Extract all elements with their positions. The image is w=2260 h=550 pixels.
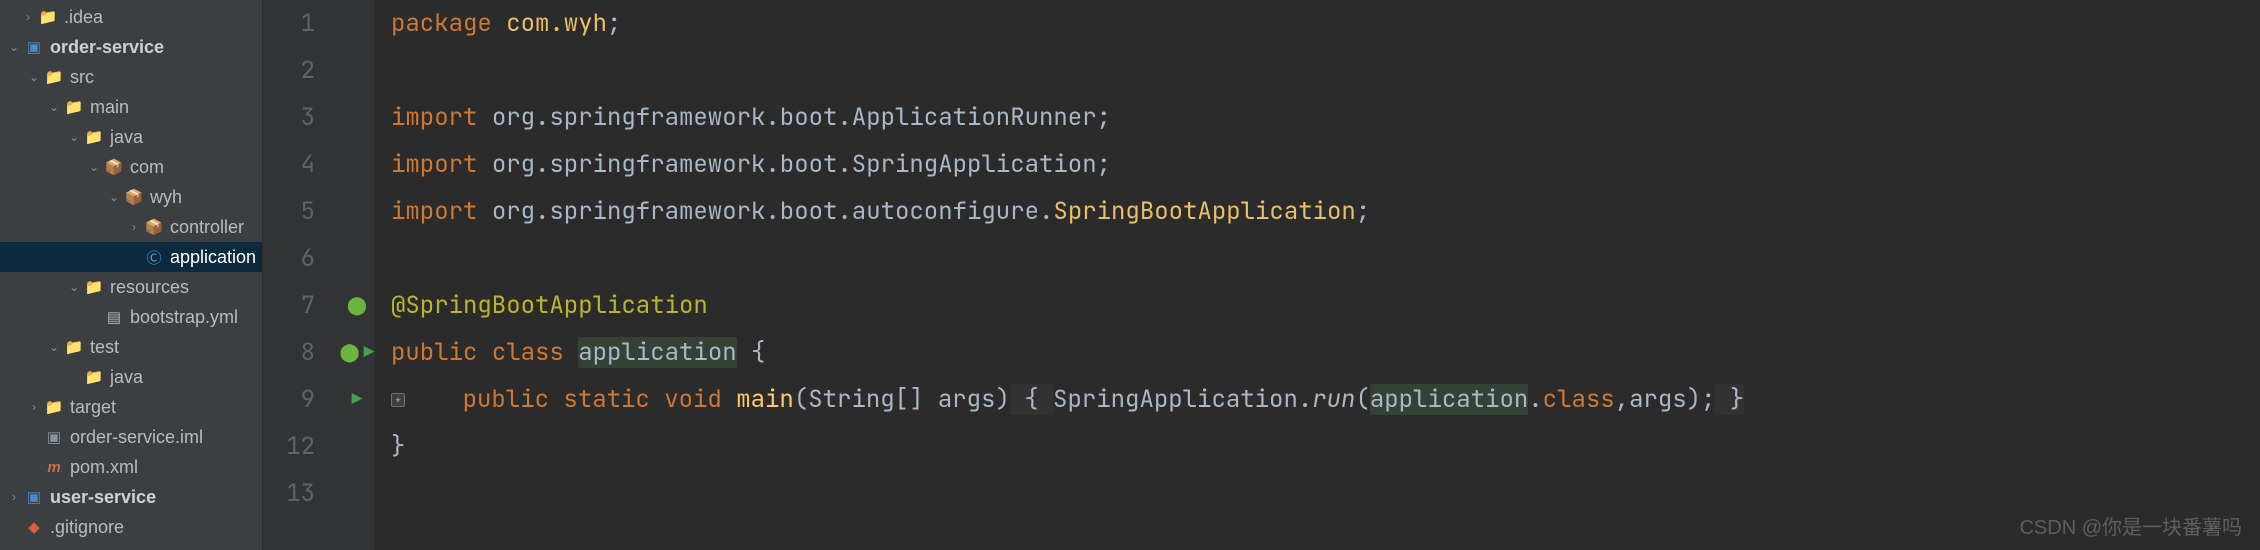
- label: java: [110, 127, 143, 148]
- label: application: [170, 247, 256, 268]
- gutter-marks: ⬤ ⬤▶ ▶: [339, 0, 375, 550]
- folder-icon: 📁: [64, 337, 84, 357]
- tree-item-target[interactable]: ›📁target: [0, 392, 262, 422]
- resources-folder-icon: 📁: [84, 277, 104, 297]
- folder-icon: 📁: [44, 67, 64, 87]
- tree-item-resources[interactable]: ⌄📁resources: [0, 272, 262, 302]
- test-folder-icon: 📁: [84, 367, 104, 387]
- label: target: [70, 397, 116, 418]
- line-number: 4: [263, 141, 315, 188]
- line-number: 3: [263, 94, 315, 141]
- label: java: [110, 367, 143, 388]
- tree-item-iml[interactable]: ▣ order-service.iml: [0, 422, 262, 452]
- label: com: [130, 157, 164, 178]
- spring-gutter-icon[interactable]: ⬤: [347, 294, 367, 317]
- label: main: [90, 97, 129, 118]
- label: resources: [110, 277, 189, 298]
- label: .gitignore: [50, 517, 124, 538]
- line-number: 9: [263, 376, 315, 423]
- label: order-service.iml: [70, 427, 203, 448]
- line-number: 13: [263, 470, 315, 517]
- tree-item-java-test[interactable]: 📁 java: [0, 362, 262, 392]
- label: test: [90, 337, 119, 358]
- tree-item-user-service[interactable]: ›▣user-service: [0, 482, 262, 512]
- class-icon: Ⓒ: [144, 247, 164, 267]
- line-number: 8: [263, 329, 315, 376]
- label: .idea: [64, 7, 103, 28]
- label: wyh: [150, 187, 182, 208]
- run-gutter-icon[interactable]: ▶: [364, 341, 375, 364]
- package-icon: 📦: [124, 187, 144, 207]
- folder-icon: 📁: [64, 97, 84, 117]
- folder-icon: 📁: [38, 7, 58, 27]
- line-number: 2: [263, 47, 315, 94]
- module-icon: ▣: [24, 37, 44, 57]
- line-number: 6: [263, 235, 315, 282]
- tree-item-idea[interactable]: ›📁.idea: [0, 2, 262, 32]
- tree-item-src[interactable]: ⌄📁src: [0, 62, 262, 92]
- line-number: 12: [263, 423, 315, 470]
- code-editor[interactable]: 1 2 3 4 5 6 7 8 9 12 13 ⬤ ⬤▶ ▶ package c…: [263, 0, 2260, 550]
- tree-item-wyh[interactable]: ⌄📦wyh: [0, 182, 262, 212]
- tree-item-order-service[interactable]: ⌄▣order-service: [0, 32, 262, 62]
- label: pom.xml: [70, 457, 138, 478]
- line-number: 5: [263, 188, 315, 235]
- line-gutter: 1 2 3 4 5 6 7 8 9 12 13: [263, 0, 339, 550]
- watermark: CSDN @你是一块番薯吗: [2019, 511, 2242, 540]
- tree-item-pom[interactable]: m pom.xml: [0, 452, 262, 482]
- project-tree[interactable]: ›📁.idea ⌄▣order-service ⌄📁src ⌄📁main ⌄📁j…: [0, 0, 263, 550]
- iml-icon: ▣: [44, 427, 64, 447]
- target-folder-icon: 📁: [44, 397, 64, 417]
- yaml-icon: ▤: [104, 307, 124, 327]
- maven-icon: m: [44, 457, 64, 477]
- line-number: 1: [263, 0, 315, 47]
- tree-item-main[interactable]: ⌄📁main: [0, 92, 262, 122]
- tree-item-controller[interactable]: ›📦controller: [0, 212, 262, 242]
- module-icon: ▣: [24, 487, 44, 507]
- source-folder-icon: 📁: [84, 127, 104, 147]
- tree-item-java[interactable]: ⌄📁java: [0, 122, 262, 152]
- package-icon: 📦: [104, 157, 124, 177]
- label: src: [70, 67, 94, 88]
- tree-item-test[interactable]: ⌄📁test: [0, 332, 262, 362]
- fold-icon[interactable]: +: [391, 393, 405, 407]
- label: controller: [170, 217, 244, 238]
- spring-gutter-icon[interactable]: ⬤: [340, 341, 360, 364]
- tree-item-gitignore[interactable]: ◆ .gitignore: [0, 512, 262, 542]
- code-area[interactable]: package com.wyh; import org.springframew…: [375, 0, 2260, 550]
- git-icon: ◆: [24, 517, 44, 537]
- tree-item-application[interactable]: Ⓒapplication: [0, 242, 262, 272]
- tree-item-bootstrap[interactable]: ▤ bootstrap.yml: [0, 302, 262, 332]
- label: order-service: [50, 37, 164, 58]
- label: bootstrap.yml: [130, 307, 238, 328]
- line-number: 7: [263, 282, 315, 329]
- run-gutter-icon[interactable]: ▶: [352, 388, 363, 411]
- tree-item-com[interactable]: ⌄📦com: [0, 152, 262, 182]
- label: user-service: [50, 487, 156, 508]
- package-icon: 📦: [144, 217, 164, 237]
